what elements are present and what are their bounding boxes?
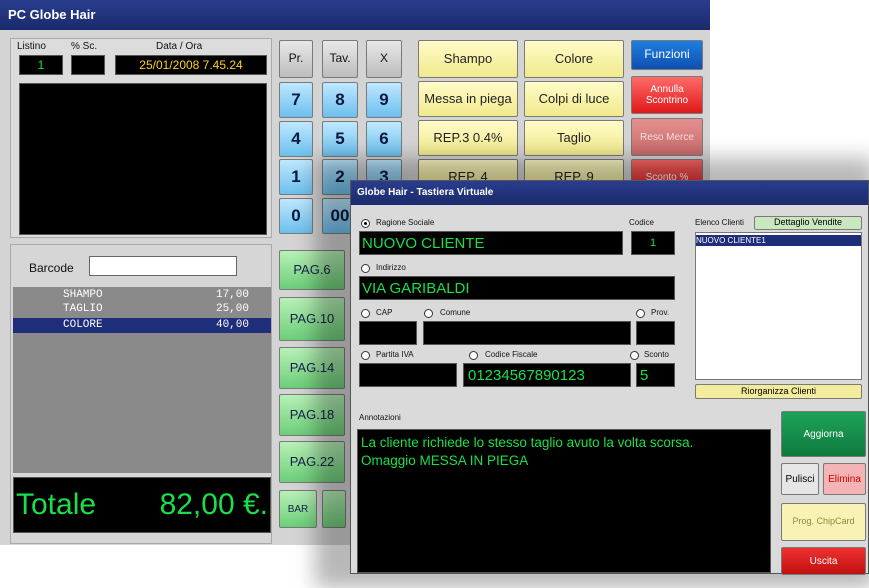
reso-merce-button[interactable]: Reso Merce (631, 118, 703, 156)
receipt-item-name: TAGLIO (63, 303, 103, 315)
prog-chipcard-button[interactable]: Prog. ChipCard (781, 503, 866, 541)
barcode-label: Barcode (29, 261, 74, 275)
service-colore[interactable]: Colore (524, 40, 624, 78)
codice-field[interactable]: 1 (631, 231, 675, 255)
comune-label: Comune (440, 308, 471, 317)
cap-radio[interactable] (361, 309, 370, 318)
indirizzo-radio[interactable] (361, 264, 370, 273)
key-5[interactable]: 5 (322, 121, 358, 157)
elenco-label: Elenco Clienti (695, 218, 744, 227)
cliente-item-selected[interactable]: NUOVO CLIENTE1 (696, 235, 861, 246)
prov-field[interactable] (636, 321, 675, 345)
sconto-label: Sconto (644, 350, 669, 359)
receipt-list: SHAMPO 17,00 TAGLIO 25,00 COLORE 40,00 (13, 287, 271, 473)
cf-field[interactable]: 01234567890123 (463, 363, 631, 387)
virtual-keyboard-window: Globe Hair - Tastiera Virtuale Ragione S… (350, 180, 869, 575)
receipt-item-price: 25,00 (215, 303, 249, 315)
sconto-field[interactable] (71, 55, 105, 75)
comune-radio[interactable] (424, 309, 433, 318)
dataora-label: Data / Ora (156, 41, 203, 52)
vk-title: Globe Hair - Tastiera Virtuale (357, 187, 494, 198)
piva-field[interactable] (359, 363, 457, 387)
prov-label: Prov. (651, 308, 670, 317)
clienti-list: NUOVO CLIENTE1 (695, 232, 862, 380)
sconto-field[interactable]: 5 (636, 363, 675, 387)
key-0[interactable]: 0 (279, 198, 313, 234)
annotazioni-line1: La cliente richiede lo stesso taglio avu… (361, 435, 694, 450)
key-7[interactable]: 7 (279, 82, 313, 118)
dettaglio-vendite-button[interactable]: Dettaglio Vendite (754, 216, 862, 230)
service-messa-in-piega[interactable]: Messa in piega (418, 81, 518, 117)
annotazioni-label: Annotazioni (359, 413, 401, 422)
indirizzo-label: Indirizzo (376, 263, 406, 272)
pulisci-button[interactable]: Pulisci (781, 463, 819, 495)
pos-titlebar: PC Globe Hair (0, 0, 710, 30)
listino-field[interactable]: 1 (19, 55, 63, 75)
key-9[interactable]: 9 (366, 82, 402, 118)
receipt-item-name: COLORE (63, 319, 103, 331)
key-6[interactable]: 6 (366, 121, 402, 157)
display-screen (19, 83, 267, 235)
key-8[interactable]: 8 (322, 82, 358, 118)
uscita-button[interactable]: Uscita (781, 547, 866, 575)
cap-label: CAP (376, 308, 393, 317)
totale-label: Totale (16, 488, 97, 521)
funzioni-button[interactable]: Funzioni (631, 40, 703, 70)
service-taglio[interactable]: Taglio (524, 120, 624, 156)
service-colpi-di-luce[interactable]: Colpi di luce (524, 81, 624, 117)
cf-label: Codice Fiscale (485, 350, 538, 359)
cap-field[interactable] (359, 321, 417, 345)
ragione-field[interactable]: NUOVO CLIENTE (359, 231, 623, 255)
riorganizza-clienti-button[interactable]: Riorganizza Clienti (695, 384, 862, 399)
bar-button[interactable]: BAR (279, 490, 317, 528)
piva-radio[interactable] (361, 351, 370, 360)
ragione-radio[interactable] (361, 219, 370, 228)
pr-button[interactable]: Pr. (279, 40, 313, 78)
ragione-label: Ragione Sociale (376, 218, 435, 227)
piva-label: Partita IVA (376, 350, 414, 359)
receipt-item-price: 40,00 (215, 319, 249, 331)
indirizzo-field[interactable]: VIA GARIBALDI (359, 276, 675, 300)
prov-radio[interactable] (636, 309, 645, 318)
tav-button[interactable]: Tav. (322, 40, 358, 78)
barcode-input[interactable] (89, 256, 237, 276)
key-4[interactable]: 4 (279, 121, 313, 157)
annulla-scontrino-button[interactable]: Annulla Scontrino (631, 76, 703, 114)
service-shampo[interactable]: Shampo (418, 40, 518, 78)
elimina-button[interactable]: Elimina (823, 463, 866, 495)
receipt-item-price: 17,00 (215, 289, 249, 301)
pos-title: PC Globe Hair (8, 7, 96, 22)
annotazioni-line2: Omaggio MESSA IN PIEGA (361, 453, 529, 468)
vk-titlebar: Globe Hair - Tastiera Virtuale (351, 181, 868, 205)
header-panel: Listino % Sc. Data / Ora 1 25/01/2008 7.… (10, 38, 272, 238)
service-rep3[interactable]: REP.3 0.4% (418, 120, 518, 156)
aggiorna-button[interactable]: Aggiorna (781, 411, 866, 457)
sconto-label: % Sc. (71, 41, 98, 52)
key-1[interactable]: 1 (279, 159, 313, 195)
sconto-radio[interactable] (630, 351, 639, 360)
totale-display: Totale 82,00 €. (13, 477, 271, 533)
annotazioni-field[interactable]: La cliente richiede lo stesso taglio avu… (357, 429, 771, 573)
comune-field[interactable] (423, 321, 631, 345)
receipt-panel: Barcode SHAMPO 17,00 TAGLIO 25,00 COLORE… (10, 244, 272, 544)
totale-value: 82,00 €. (159, 488, 268, 521)
cf-radio[interactable] (469, 351, 478, 360)
receipt-row[interactable]: SHAMPO 17,00 (13, 289, 271, 303)
codice-label: Codice (629, 218, 654, 227)
x-button[interactable]: X (366, 40, 402, 78)
receipt-row-selected[interactable]: COLORE 40,00 (13, 318, 271, 333)
listino-label: Listino (17, 41, 46, 52)
dataora-field: 25/01/2008 7.45.24 (115, 55, 267, 75)
receipt-item-name: SHAMPO (63, 289, 103, 301)
receipt-row[interactable]: TAGLIO 25,00 (13, 303, 271, 317)
